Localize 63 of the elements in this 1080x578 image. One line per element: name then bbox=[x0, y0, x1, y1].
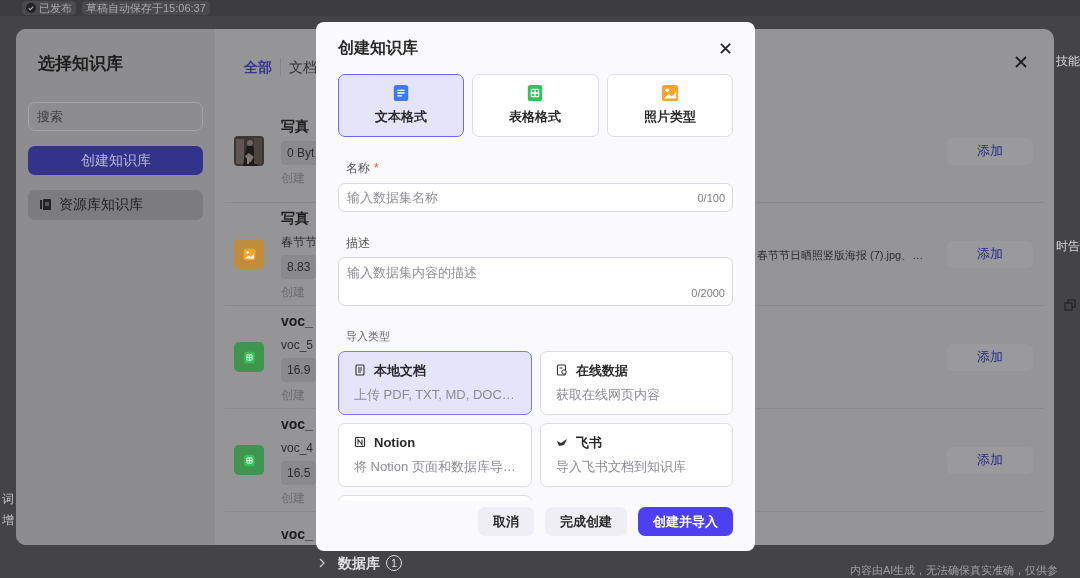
check-circle-icon bbox=[26, 3, 36, 13]
table-icon bbox=[242, 453, 256, 467]
table-icon bbox=[242, 350, 256, 364]
format-option[interactable]: 照片类型 bbox=[606, 74, 733, 137]
format-option[interactable]: 文本格式 bbox=[338, 74, 465, 137]
dialog-title: 创建知识库 bbox=[338, 38, 418, 58]
book-icon bbox=[40, 199, 51, 210]
import-option[interactable]: Notion 将 Notion 页面和数据库导… bbox=[338, 422, 532, 487]
document-icon bbox=[354, 364, 366, 377]
character-count: 0/100 bbox=[697, 191, 725, 206]
size-chip: 16.5 bbox=[281, 460, 317, 485]
row-title: 写真 bbox=[281, 208, 310, 228]
row-title: voc_ bbox=[281, 311, 314, 331]
background-text: 增 bbox=[2, 512, 14, 529]
import-option[interactable]: 本地文档 上传 PDF, TXT, MD, DOC… bbox=[338, 350, 532, 415]
close-icon bbox=[719, 42, 731, 54]
sidebar-item[interactable]: 资源库知识库 bbox=[28, 189, 203, 220]
section-title: 数据库 bbox=[338, 554, 380, 572]
table-icon bbox=[526, 84, 545, 103]
required-mark: * bbox=[374, 160, 379, 177]
add-button[interactable]: 添加 bbox=[947, 343, 1033, 371]
row-description: voc_5 bbox=[281, 336, 315, 354]
row-title: voc_ bbox=[281, 414, 314, 434]
create-import-button[interactable]: 创建并导入 bbox=[638, 507, 733, 536]
status-badge: 已发布 bbox=[22, 1, 76, 15]
search-field[interactable]: 搜索 bbox=[28, 101, 203, 131]
section-label: 导入类型 bbox=[346, 329, 391, 344]
dialog-button[interactable]: 完成创建 bbox=[545, 507, 627, 536]
dialog-button[interactable]: 取消 bbox=[478, 507, 534, 536]
field-label: 描述 bbox=[346, 235, 371, 252]
row-description: 春节节日晒照竖版海报 (7).jpg、… bbox=[757, 249, 924, 261]
format-option[interactable]: 表格格式 bbox=[472, 74, 599, 137]
background-text: 时告 bbox=[1056, 238, 1080, 255]
copy-icon bbox=[1064, 299, 1076, 311]
background-text: 技能 bbox=[1056, 53, 1080, 70]
autosave-badge: 草稿自动保存于15:06:37 bbox=[82, 1, 210, 15]
background-text: 词 bbox=[2, 491, 14, 508]
size-chip: 16.9 bbox=[281, 357, 317, 382]
document-icon bbox=[392, 84, 411, 103]
add-button[interactable]: 添加 bbox=[947, 446, 1033, 474]
row-description: 春节节 bbox=[281, 233, 317, 251]
close-icon bbox=[1014, 55, 1028, 69]
web-page-icon bbox=[555, 364, 568, 377]
field-label: 名称 bbox=[346, 160, 370, 177]
create-button[interactable]: 创建知识库 bbox=[28, 145, 203, 175]
bird-icon bbox=[555, 436, 568, 449]
notion-icon bbox=[354, 436, 366, 449]
image-icon bbox=[242, 247, 256, 261]
add-button[interactable]: 添加 bbox=[947, 240, 1033, 268]
image-icon bbox=[660, 84, 679, 103]
disclaimer-text: 内容由AI生成，无法确保真实准确，仅供参 bbox=[850, 563, 1059, 578]
size-chip: 8.83 bbox=[281, 254, 317, 279]
chevron-right-icon bbox=[318, 558, 326, 568]
row-description: voc_4 bbox=[281, 439, 315, 457]
import-option[interactable]: 飞书 导入飞书文档到知识库 bbox=[539, 422, 733, 487]
import-option[interactable]: 在线数据 获取在线网页内容 bbox=[539, 350, 733, 415]
character-count: 0/2000 bbox=[691, 285, 725, 301]
close-button[interactable] bbox=[717, 40, 733, 56]
row-title: 写真 bbox=[281, 116, 310, 136]
tab[interactable]: 文档 bbox=[289, 56, 317, 78]
row-title: voc_ bbox=[281, 525, 313, 544]
dialog-title: 选择知识库 bbox=[38, 53, 124, 75]
add-button[interactable]: 添加 bbox=[947, 137, 1033, 165]
